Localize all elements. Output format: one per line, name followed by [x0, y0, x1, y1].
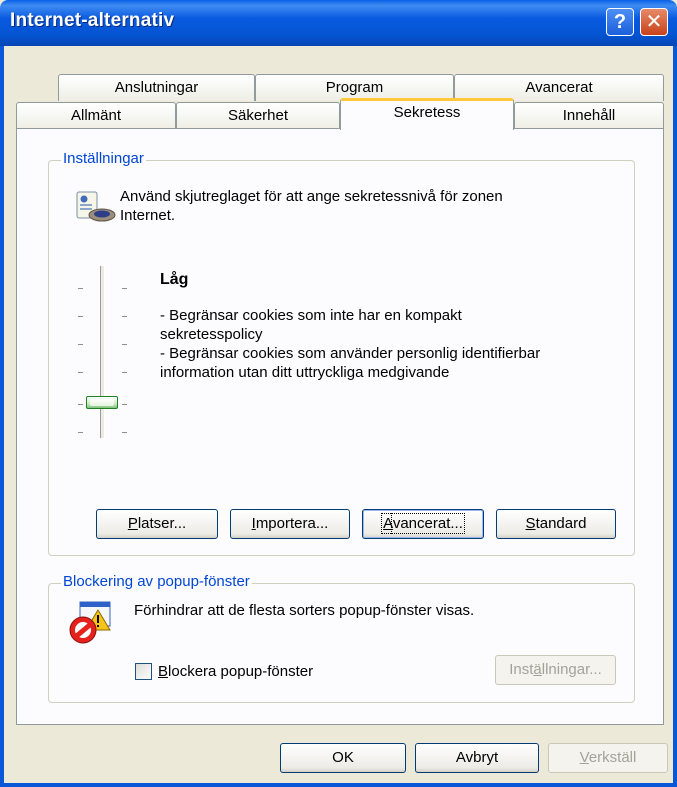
- button-label: tandard: [535, 515, 587, 532]
- slider-tick: [122, 432, 127, 433]
- accel-key: V: [579, 749, 589, 766]
- slider-tick: [122, 372, 127, 373]
- settings-description-line2: Internet.: [120, 207, 176, 224]
- button-label: erkställ: [588, 749, 637, 766]
- focus-label: Avancerat...: [381, 513, 465, 534]
- privacy-detail-line: - Begränsar cookies som använder personl…: [160, 345, 541, 362]
- accel-key: ä: [533, 661, 542, 678]
- title-bar[interactable]: Internet-alternativ ? ✕: [0, 0, 677, 46]
- slider-tick: [78, 344, 83, 345]
- tab-label: Säkerhet: [227, 107, 289, 124]
- tab-sekretess[interactable]: Sekretess: [340, 98, 514, 130]
- button-label: vancerat...: [390, 513, 465, 534]
- popup-description: Förhindrar att de flesta sorters popup-f…: [134, 602, 475, 619]
- tab-anslutningar[interactable]: Anslutningar: [58, 74, 255, 101]
- settings-description-line1: Använd skjutreglaget för att ange sekret…: [120, 188, 503, 205]
- popup-group-label: Blockering av popup-fönster: [61, 573, 252, 590]
- tab-label: Anslutningar: [114, 79, 199, 96]
- button-label: Inst: [509, 661, 534, 678]
- tab-allmant[interactable]: Allmänt: [16, 102, 176, 129]
- popup-blocked-icon: [66, 600, 118, 646]
- slider-thumb[interactable]: [86, 396, 118, 409]
- accel-key: B: [158, 663, 169, 680]
- tab-label: Avancerat: [525, 79, 593, 96]
- block-popups-label[interactable]: Blockera popup-fönster: [158, 662, 313, 681]
- popup-settings-button[interactable]: Inställningar...: [495, 655, 616, 685]
- accel-key: A: [383, 515, 393, 532]
- slider-tick: [122, 404, 127, 405]
- checkbox-label-text: lockera popup-fönster: [168, 663, 314, 680]
- tab-program[interactable]: Program: [255, 74, 454, 101]
- slider-tick: [122, 316, 127, 317]
- settings-group-label: Inställningar: [61, 150, 146, 167]
- block-popups-checkbox[interactable]: [135, 663, 152, 680]
- button-label: latser...: [137, 515, 187, 532]
- window-title: Internet-alternativ: [10, 10, 175, 31]
- button-label: llningar...: [541, 661, 602, 678]
- privacy-detail-line: sekretesspolicy: [160, 326, 263, 343]
- help-button[interactable]: ?: [606, 8, 634, 36]
- default-button[interactable]: Standard: [496, 509, 616, 539]
- privacy-detail-line: information utan ditt uttryckliga medgiv…: [160, 364, 450, 381]
- slider-tick: [78, 404, 83, 405]
- advanced-button[interactable]: Avancerat...: [362, 509, 484, 539]
- sites-button[interactable]: Platser...: [96, 509, 218, 539]
- tab-label: Program: [325, 79, 384, 96]
- slider-tick: [78, 372, 83, 373]
- import-button[interactable]: Importera...: [230, 509, 350, 539]
- tab-label: Allmänt: [70, 107, 122, 124]
- tab-label: Innehåll: [562, 107, 616, 124]
- accel-key: P: [127, 515, 138, 532]
- accel-key: S: [525, 515, 536, 532]
- slider-tick: [78, 432, 83, 433]
- privacy-detail-line: - Begränsar cookies som inte har en komp…: [160, 307, 462, 324]
- tab-avancerat[interactable]: Avancerat: [454, 74, 664, 101]
- slider-tick: [122, 344, 127, 345]
- button-label: Avbryt: [455, 749, 499, 766]
- tab-label: Sekretess: [393, 104, 461, 121]
- apply-button[interactable]: Verkställ: [548, 743, 668, 773]
- slider-tick: [78, 288, 83, 289]
- slider-tick: [122, 288, 127, 289]
- ok-button[interactable]: OK: [280, 743, 406, 773]
- button-label: OK: [332, 749, 354, 766]
- tab-innehall[interactable]: Innehåll: [514, 102, 664, 129]
- slider-tick: [78, 316, 83, 317]
- close-button[interactable]: ✕: [640, 8, 668, 36]
- tab-sakerhet[interactable]: Säkerhet: [176, 102, 340, 129]
- cancel-button[interactable]: Avbryt: [415, 743, 539, 773]
- privacy-level-name: Låg: [160, 271, 189, 288]
- internet-zone-icon: [75, 190, 117, 224]
- button-label: mportera...: [255, 515, 329, 532]
- slider-track: [100, 266, 105, 438]
